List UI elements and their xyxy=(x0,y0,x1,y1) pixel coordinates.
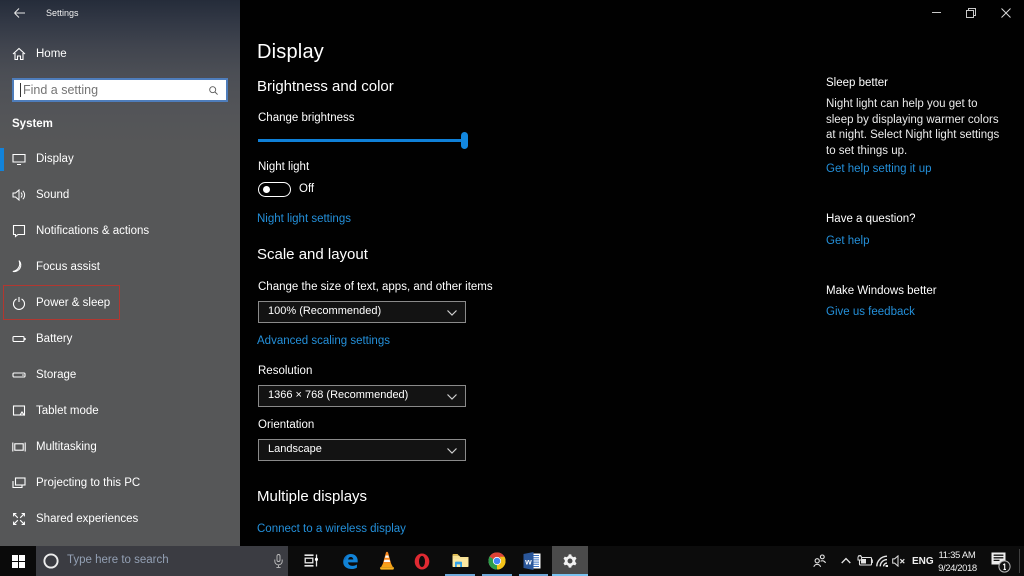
svg-text:w: w xyxy=(524,556,532,566)
